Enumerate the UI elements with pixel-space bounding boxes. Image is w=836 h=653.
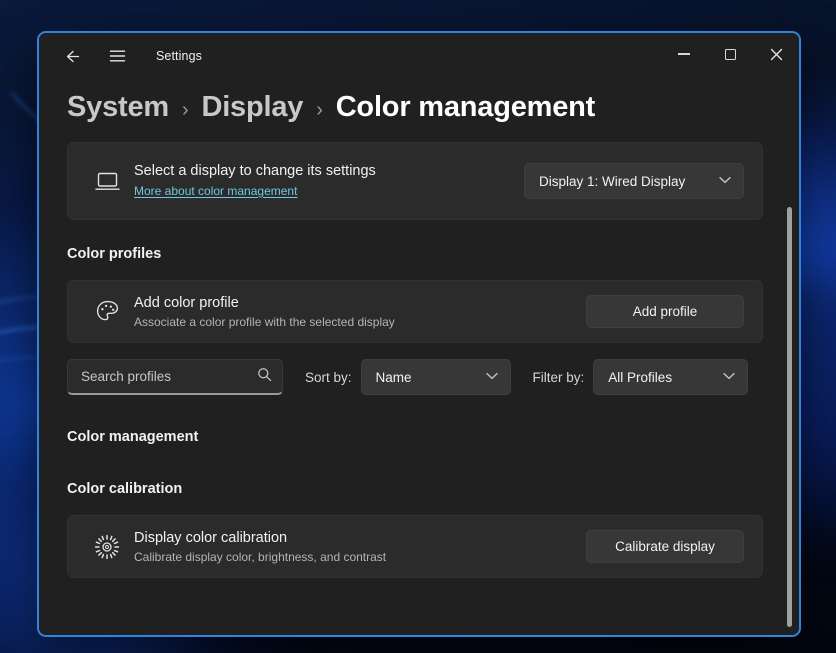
chevron-down-icon [719,176,731,187]
display-select-value: Display 1: Wired Display [539,173,686,189]
close-button[interactable] [753,33,799,75]
sort-by-label: Sort by: [305,369,352,385]
section-header-color-calibration: Color calibration [67,481,183,497]
brightness-sun-icon [86,534,128,560]
profile-filter-row: Sort by: Name Filter by: All Profiles [67,359,763,395]
close-icon [770,48,782,60]
filter-by-dropdown[interactable]: All Profiles [593,359,749,395]
maximize-icon [724,48,736,60]
settings-content: System › Display › Color management Sele… [39,79,799,635]
monitor-icon [86,171,128,192]
sort-by-dropdown[interactable]: Name [360,359,511,395]
breadcrumb-display[interactable]: Display [201,91,303,124]
add-color-profile-subtitle: Associate a color profile with the selec… [134,315,395,330]
back-button[interactable] [53,39,91,73]
more-about-color-management-link[interactable]: More about color management [134,184,297,198]
display-select-dropdown[interactable]: Display 1: Wired Display [524,163,744,199]
hamburger-menu-icon [109,50,125,62]
navigation-menu-button[interactable] [98,39,136,73]
title-bar: Settings [39,33,799,79]
filter-by-value: All Profiles [608,369,673,385]
search-profiles-box[interactable] [67,359,283,395]
display-selector-text: Select a display to change its settings … [128,162,524,200]
display-color-calibration-text: Display color calibration Calibrate disp… [128,529,586,565]
app-title: Settings [156,49,202,63]
display-selector-card: Select a display to change its settings … [67,142,763,220]
back-arrow-icon [66,50,79,62]
search-icon [257,367,272,387]
calibrate-display-button[interactable]: Calibrate display [586,530,744,563]
page-title: Color management [335,91,596,123]
add-profile-button[interactable]: Add profile [586,295,744,328]
search-input[interactable] [81,369,257,384]
breadcrumb-separator: › [181,99,189,121]
display-color-calibration-subtitle: Calibrate display color, brightness, and… [134,550,387,565]
breadcrumb-separator: › [316,99,323,121]
settings-window: Settings System › Display › Color manage… [37,31,801,637]
sort-by-value: Name [375,369,412,385]
section-header-color-profiles: Color profiles [67,246,162,262]
color-palette-icon [86,299,128,324]
filter-by-label: Filter by: [532,369,585,385]
chevron-down-icon [485,372,498,383]
add-color-profile-title: Add color profile [134,294,239,311]
add-color-profile-text: Add color profile Associate a color prof… [128,294,586,330]
display-color-calibration-title: Display color calibration [134,529,288,546]
maximize-button[interactable] [707,33,753,75]
minimize-icon [678,53,690,55]
chevron-down-icon [723,372,735,383]
window-controls [661,33,799,75]
vertical-scrollbar[interactable] [787,207,792,627]
display-selector-title: Select a display to change its settings [134,163,376,180]
scrollbar-thumb[interactable] [787,207,792,627]
minimize-button[interactable] [661,33,707,75]
breadcrumb-system[interactable]: System [67,91,169,124]
display-color-calibration-card: Display color calibration Calibrate disp… [67,515,763,578]
section-header-color-management: Color management [67,429,199,445]
breadcrumb: System › Display › Color management [67,79,763,124]
desktop-background: Settings System › Display › Color manage… [0,0,836,653]
add-color-profile-card: Add color profile Associate a color prof… [67,280,763,343]
